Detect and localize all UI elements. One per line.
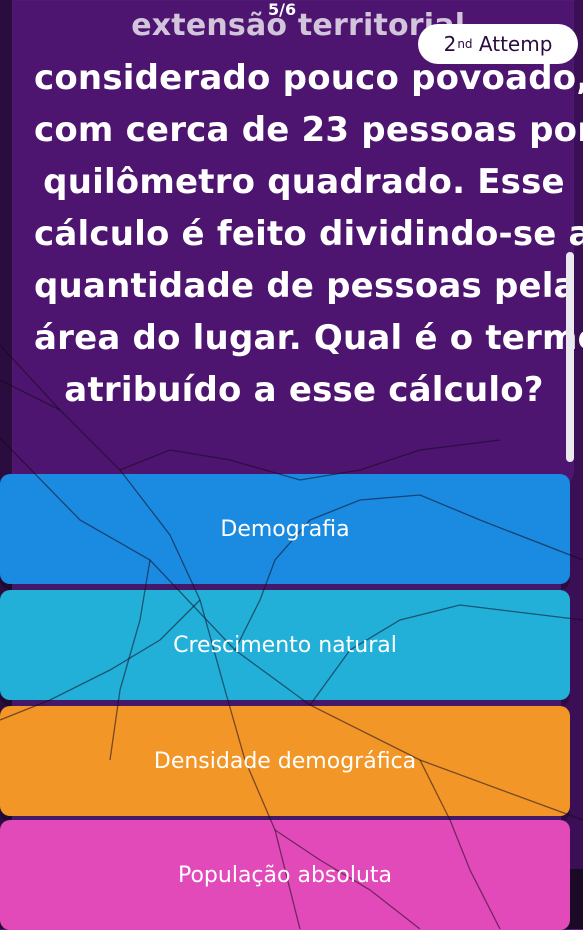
- answer-label: Densidade demográfica: [153, 748, 417, 774]
- question-line: atribuído a esse cálculo?: [64, 370, 544, 410]
- answer-option-crescimento-natural[interactable]: Crescimento natural: [0, 590, 570, 700]
- attempt-label: Attemp: [478, 32, 553, 56]
- answer-label: Demografia: [220, 516, 350, 542]
- answer-option-populacao-absoluta[interactable]: População absoluta: [0, 820, 570, 930]
- attempt-suffix: nd: [457, 37, 473, 51]
- answer-label: População absoluta: [177, 862, 392, 888]
- answer-option-demografia[interactable]: Demografia: [0, 474, 570, 584]
- attempt-badge: 2nd Attemp: [418, 24, 578, 64]
- question-line: quantidade de pessoas pela: [34, 266, 577, 306]
- question-line: quilômetro quadrado. Esse: [43, 162, 565, 202]
- question-line: cálculo é feito dividindo-se a: [34, 214, 583, 254]
- answer-label: Crescimento natural: [173, 632, 397, 658]
- question-progress: 5/6: [268, 0, 297, 19]
- attempt-number: 2: [443, 32, 457, 56]
- question-card: extensão territorial, considerado pouco …: [12, 0, 583, 488]
- question-line: área do lugar. Qual é o termo: [34, 318, 583, 358]
- scrollbar-thumb[interactable]: [566, 252, 574, 462]
- question-line: com cerca de 23 pessoas por: [34, 110, 583, 150]
- question-scrollbar[interactable]: [566, 252, 574, 462]
- answer-option-densidade-demografica[interactable]: Densidade demográfica: [0, 706, 570, 816]
